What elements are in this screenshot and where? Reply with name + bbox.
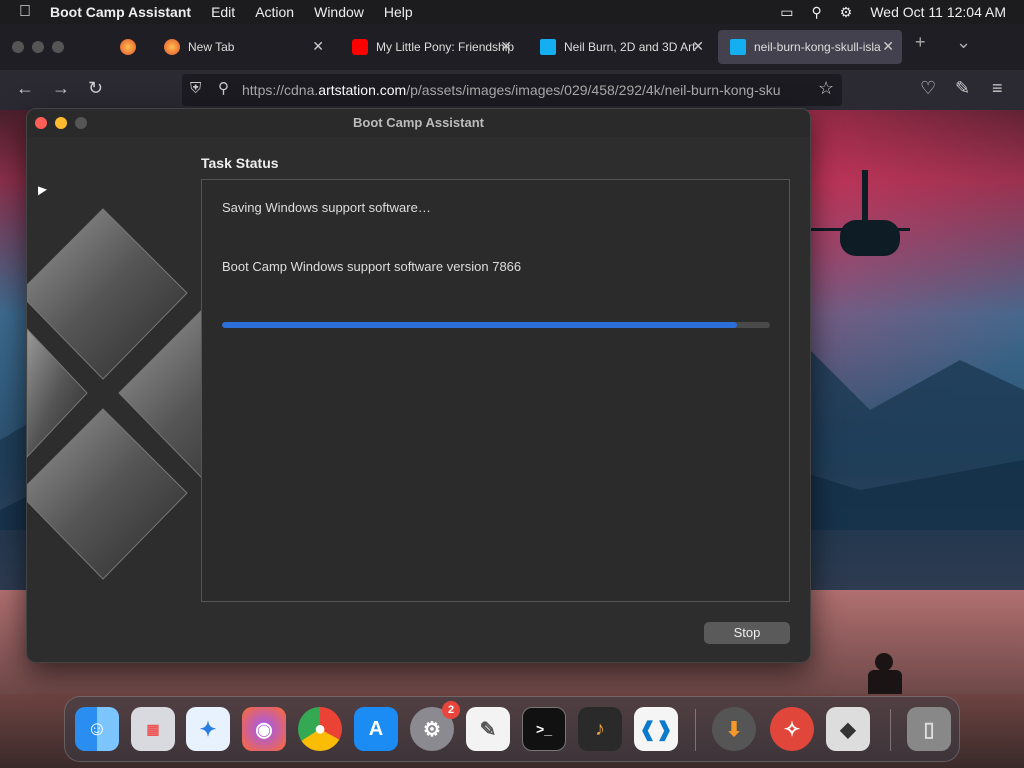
app-name-menu[interactable]: Boot Camp Assistant [50, 4, 191, 20]
menubar-clock[interactable]: Wed Oct 11 12:04 AM [870, 4, 1006, 20]
tab-title: My Little Pony: Friendship [376, 40, 515, 54]
artstation-icon [730, 39, 746, 55]
boot-camp-assistant-window: Boot Camp Assistant Task Status Saving W… [26, 108, 811, 663]
artstation-icon [540, 39, 556, 55]
firefox-icon [120, 39, 136, 55]
tab-title: Neil Burn, 2D and 3D Art [564, 40, 696, 54]
firefox-icon [164, 39, 180, 55]
url-prefix: https://cdna. [242, 82, 319, 98]
tab-bar: New Tab ✕ My Little Pony: Friendship ✕ N… [0, 24, 1024, 70]
finder-icon[interactable]: ☺ [75, 707, 119, 751]
chrome-icon[interactable]: ● [298, 707, 342, 751]
extensions-icon[interactable]: ✎ [955, 78, 970, 99]
control-center-icon[interactable]: ⚙ [840, 4, 853, 21]
menu-edit[interactable]: Edit [211, 4, 235, 20]
boot-camp-assistant-icon[interactable]: ◆ [826, 707, 870, 751]
task-status-heading: Task Status [201, 155, 279, 171]
reload-icon[interactable]: ↻ [88, 78, 103, 99]
notification-badge: 2 [442, 701, 460, 719]
progress-bar-fill [222, 322, 738, 328]
window-title: Boot Camp Assistant [27, 109, 810, 137]
forward-icon[interactable]: → [52, 78, 70, 99]
url-bar[interactable]: https://cdna. artstation.com/p/assets/ima… [182, 74, 842, 106]
textedit-icon[interactable]: ✎ [466, 707, 510, 751]
terminal-icon[interactable]: >_ [522, 707, 566, 751]
menu-window[interactable]: Window [314, 4, 364, 20]
menu-action[interactable]: Action [255, 4, 294, 20]
safari-icon[interactable]: ✦ [186, 707, 230, 751]
task-status-panel: Saving Windows support software… Boot Ca… [201, 179, 790, 602]
apple-menu-icon[interactable]:  [0, 3, 50, 21]
url-domain: artstation.com [318, 82, 407, 98]
close-tab-icon[interactable]: ✕ [692, 38, 704, 55]
screen-mirroring-icon[interactable]: ▭ [780, 4, 793, 21]
progress-bar [222, 322, 770, 328]
app-menu-icon[interactable]: ≡ [992, 78, 1003, 99]
minimize-window-button[interactable] [55, 117, 67, 129]
tab-youtube[interactable]: My Little Pony: Friendship ✕ [340, 30, 520, 64]
stop-button[interactable]: Stop [704, 622, 790, 644]
tab-new-tab[interactable]: New Tab ✕ [152, 30, 332, 64]
bookmark-star-icon[interactable]: ☆ [818, 78, 834, 99]
firefox-home-tab[interactable] [108, 30, 148, 64]
dock-separator [695, 709, 696, 751]
menubar:  Boot Camp Assistant Edit Action Window… [0, 0, 1024, 24]
lock-icon[interactable]: ⚲ [218, 79, 229, 97]
url-path: /p/assets/images/images/029/458/292/4k/n… [406, 82, 781, 98]
app-store-icon[interactable]: A [354, 707, 398, 751]
zoom-window-button[interactable] [75, 117, 87, 129]
close-tab-icon[interactable]: ✕ [312, 38, 324, 55]
compass-app-icon[interactable]: ✧ [770, 707, 814, 751]
status-message: Saving Windows support software… [222, 200, 431, 215]
desktop:  Boot Camp Assistant Edit Action Window… [0, 0, 1024, 768]
zoom-window-icon[interactable] [52, 41, 64, 53]
downloads-icon[interactable]: ⬇ [712, 707, 756, 751]
launchpad-icon[interactable]: ▦ [131, 707, 175, 751]
spotlight-search-icon[interactable]: ⚲ [812, 4, 822, 21]
navigation-bar: ← → ↻ https://cdna. artstation.com/p/asse… [0, 70, 1024, 110]
close-tab-icon[interactable]: ✕ [882, 38, 894, 55]
list-all-tabs-icon[interactable]: ⌄ [956, 32, 971, 53]
dock-separator [890, 709, 891, 751]
firefox-icon[interactable]: ◉ [242, 707, 286, 751]
menu-help[interactable]: Help [384, 4, 413, 20]
shield-icon[interactable]: ⛨ [190, 80, 201, 97]
youtube-icon [352, 39, 368, 55]
new-tab-icon[interactable]: + [915, 32, 926, 53]
tab-title: neil-burn-kong-skull-isla [754, 40, 881, 54]
status-detail: Boot Camp Windows support software versi… [222, 259, 522, 274]
close-tab-icon[interactable]: ✕ [500, 38, 512, 55]
minimize-window-icon[interactable] [32, 41, 44, 53]
system-settings-icon[interactable]: ⚙ 2 [410, 701, 460, 751]
close-window-icon[interactable] [12, 41, 24, 53]
tab-title: New Tab [188, 40, 235, 54]
tab-artstation-image[interactable]: neil-burn-kong-skull-isla ✕ [718, 30, 902, 64]
close-window-button[interactable] [35, 117, 47, 129]
back-icon[interactable]: ← [16, 78, 34, 99]
garageband-icon[interactable]: ♪ [578, 707, 622, 751]
trash-icon[interactable]: ▯ [907, 707, 951, 751]
dock: ☺ ▦ ✦ ◉ ● A ⚙ 2 ✎ >_ ♪ ❰❱ ⬇ ✧ ◆ ▯ [64, 696, 960, 762]
vscode-icon[interactable]: ❰❱ [634, 707, 678, 751]
tab-artstation-profile[interactable]: Neil Burn, 2D and 3D Art ✕ [528, 30, 712, 64]
pocket-icon[interactable]: ♡ [920, 78, 936, 99]
